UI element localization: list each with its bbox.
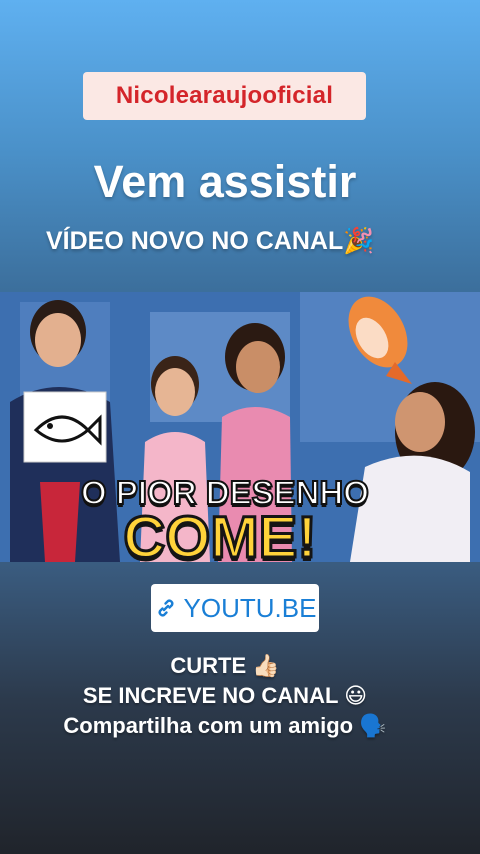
cta-line-subscribe: SE INCREVE NO CANAL 😃 bbox=[0, 683, 450, 709]
video-title-line2: COME! bbox=[122, 504, 318, 572]
subheadline-text: VÍDEO NOVO NO CANAL bbox=[46, 227, 344, 255]
thumbs-up-icon: 👍🏻 bbox=[252, 654, 280, 679]
speaking-head-icon: 🗣️ bbox=[359, 714, 387, 739]
cta-share-text: Compartilha com um amigo bbox=[63, 713, 354, 738]
headline: Vem assistir bbox=[93, 156, 357, 207]
subheadline: VÍDEO NOVO NO CANAL🎉 bbox=[46, 226, 374, 256]
channel-name: Nicolearaujooficial bbox=[115, 82, 334, 109]
channel-tag[interactable]: Nicolearaujooficial bbox=[83, 72, 366, 120]
cta-subscribe-text: SE INCREVE NO CANAL bbox=[82, 683, 338, 708]
cta-line-share: Compartilha com um amigo 🗣️ bbox=[0, 713, 450, 739]
youtube-link-button[interactable]: YOUTU.BE bbox=[151, 584, 319, 632]
link-icon bbox=[158, 599, 174, 617]
cta-line-like: CURTE 👍🏻 bbox=[0, 653, 450, 679]
party-popper-icon: 🎉 bbox=[343, 226, 375, 255]
smiley-icon: 😃 bbox=[344, 684, 368, 709]
link-label: YOUTU.BE bbox=[183, 592, 317, 623]
cta-like-text: CURTE bbox=[170, 653, 247, 678]
